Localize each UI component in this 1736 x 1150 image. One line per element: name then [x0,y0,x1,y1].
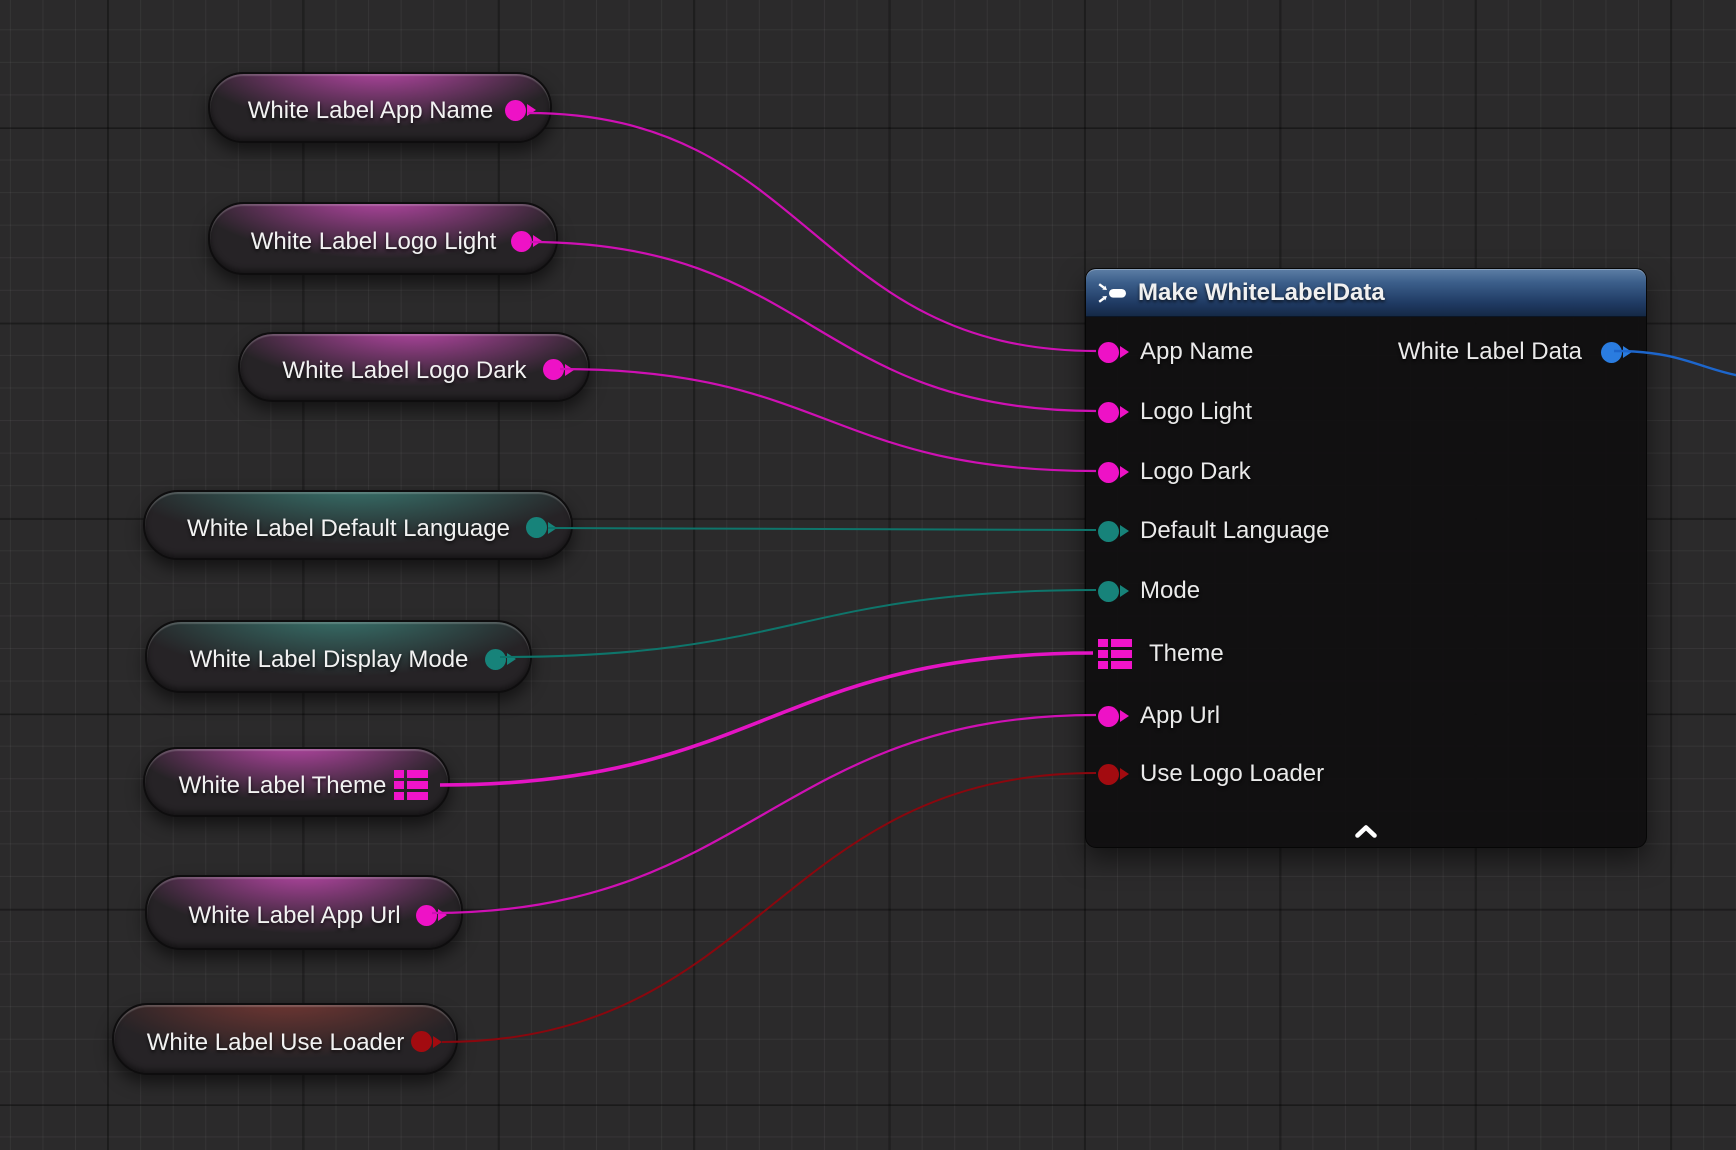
white-label-default-language-pin[interactable] [526,517,547,538]
white-label-display-mode-pin[interactable] [485,649,506,670]
input-pin-row-logo-light: Logo Light [1098,398,1252,426]
getter-node-label: White Label App Name [236,97,505,125]
node-header[interactable]: Make WhiteLabelData [1086,269,1646,317]
input-pin-row-mode: Mode [1098,577,1200,605]
input-logo-dark-pin[interactable] [1098,462,1119,483]
wire-theme[interactable] [440,653,1093,785]
wire-app-name[interactable] [528,113,1096,351]
getter-node-white-label-display-mode[interactable]: White Label Display Mode [145,620,532,693]
wire-logo-dark[interactable] [560,369,1096,471]
input-pin-row-default-language: Default Language [1098,517,1330,545]
white-label-use-loader-pin[interactable] [411,1031,432,1052]
getter-node-white-label-theme[interactable]: White Label Theme [143,747,450,817]
getter-node-label: White Label Use Loader [140,1029,411,1057]
getter-node-white-label-default-language[interactable]: White Label Default Language [143,490,573,560]
input-theme-struct-pin-icon[interactable] [1098,639,1132,669]
white-label-logo-dark-pin[interactable] [543,359,564,380]
getter-node-label: White Label Default Language [171,515,526,543]
make-struct-icon [1098,283,1128,303]
getter-node-label: White Label App Url [173,902,416,930]
wire-app-url[interactable] [432,715,1096,913]
output-white-label-data-pin[interactable] [1601,342,1622,363]
white-label-app-name-pin[interactable] [505,100,526,121]
getter-node-white-label-use-loader[interactable]: White Label Use Loader [112,1003,458,1075]
pin-label: App Name [1140,338,1253,366]
pin-label: Default Language [1140,517,1330,545]
output-pin-row-white-label-data: White Label Data [1398,338,1622,366]
make-whitelabeldata-node[interactable]: Make WhiteLabelData App Name Logo Light Lo… [1085,268,1647,848]
wire-logo-light[interactable] [530,242,1096,411]
white-label-app-url-pin[interactable] [416,905,437,926]
getter-node-white-label-app-url[interactable]: White Label App Url [145,875,463,950]
input-pin-row-app-url: App Url [1098,702,1220,730]
getter-node-label: White Label Logo Dark [266,357,543,385]
input-default-language-pin[interactable] [1098,521,1119,542]
pin-label: Mode [1140,577,1200,605]
input-pin-row-logo-dark: Logo Dark [1098,458,1251,486]
pin-label: White Label Data [1398,338,1582,366]
input-pin-row-app-name: App Name [1098,338,1253,366]
input-app-name-pin[interactable] [1098,342,1119,363]
getter-node-white-label-app-name[interactable]: White Label App Name [208,72,552,143]
white-label-logo-light-pin[interactable] [511,231,532,252]
wire-use-loader[interactable] [442,773,1096,1042]
getter-node-label: White Label Theme [171,772,394,800]
white-label-theme-struct-pin-icon[interactable] [394,770,428,800]
getter-node-white-label-logo-dark[interactable]: White Label Logo Dark [238,332,590,402]
collapse-node-button[interactable] [1349,821,1383,841]
input-mode-pin[interactable] [1098,581,1119,602]
wire-display-mode[interactable] [500,590,1096,657]
pin-label: Logo Dark [1140,458,1251,486]
blueprint-graph-canvas[interactable]: White Label App Name White Label Logo Lig… [0,0,1736,1150]
input-pin-row-use-logo-loader: Use Logo Loader [1098,760,1324,788]
input-app-url-pin[interactable] [1098,706,1119,727]
chevron-up-icon [1354,824,1378,839]
getter-node-label: White Label Display Mode [173,646,485,674]
input-use-logo-loader-pin[interactable] [1098,764,1119,785]
input-pin-row-theme: Theme [1098,639,1224,669]
pin-label: App Url [1140,702,1220,730]
wire-default-language[interactable] [548,528,1096,530]
pin-label: Logo Light [1140,398,1252,426]
getter-node-white-label-logo-light[interactable]: White Label Logo Light [208,202,558,275]
getter-node-label: White Label Logo Light [236,228,511,256]
pin-label: Theme [1149,640,1224,668]
pin-label: Use Logo Loader [1140,760,1324,788]
input-logo-light-pin[interactable] [1098,402,1119,423]
node-title: Make WhiteLabelData [1138,279,1385,307]
